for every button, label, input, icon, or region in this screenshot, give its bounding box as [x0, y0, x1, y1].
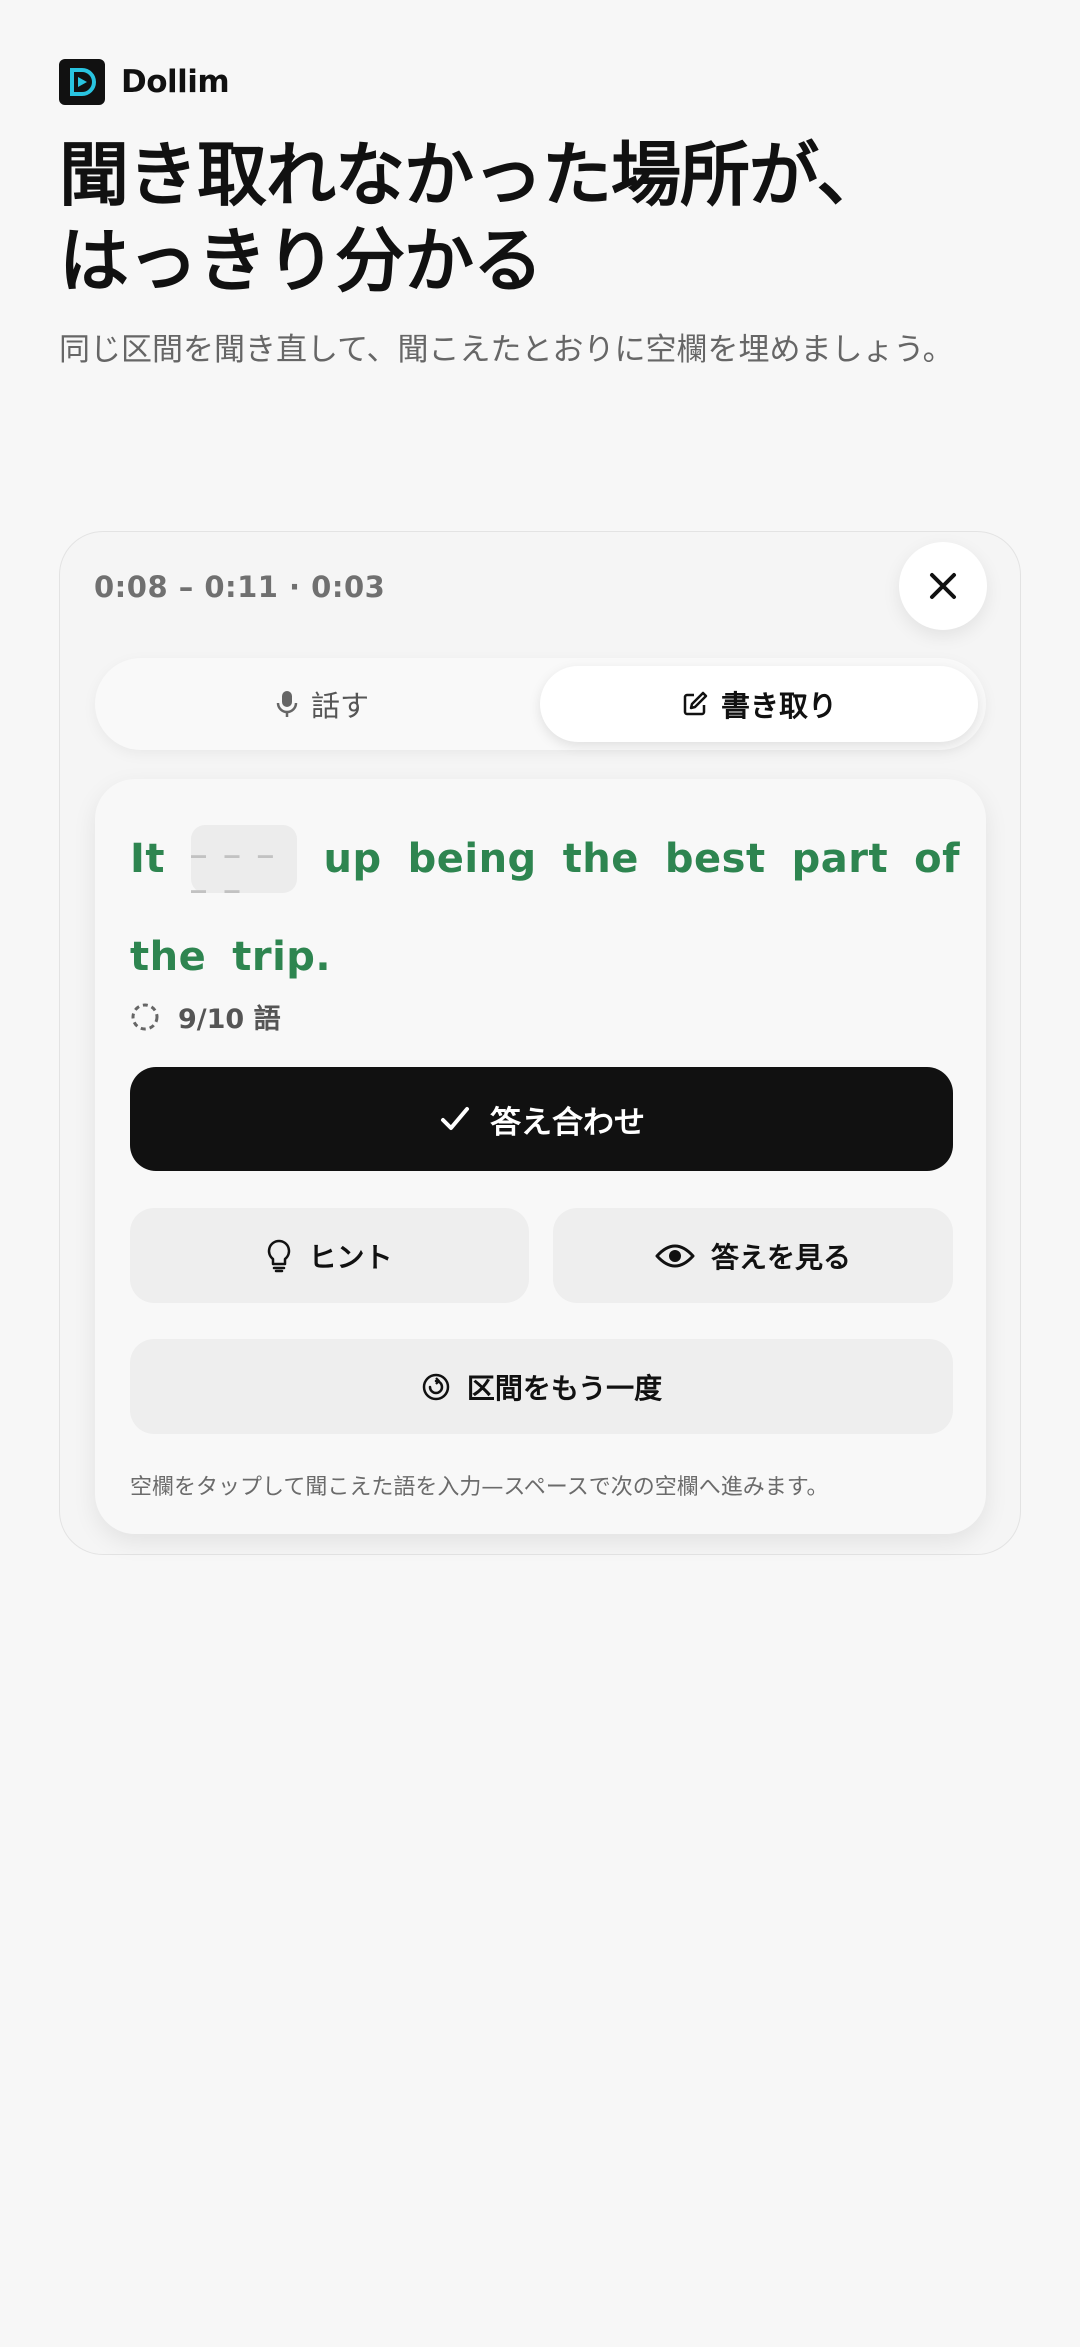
title-line-2: はっきり分かる [59, 220, 543, 302]
microphone-icon [276, 691, 298, 717]
word: being [407, 836, 537, 882]
word: trip. [232, 934, 332, 980]
page-subtitle: 同じ区間を聞き直して、聞こえたとおりに空欄を埋めましょう。 [59, 332, 954, 368]
edit-icon [683, 691, 708, 716]
word: It [130, 836, 166, 882]
mode-tabs: 話す 書き取り [95, 658, 986, 750]
check-answer-label: 答え合わせ [490, 1104, 645, 1141]
sentence-line-1: It _ _ _ _ _ up being the best part of [130, 815, 960, 903]
dictation-panel: It _ _ _ _ _ up being the best part of t… [95, 779, 986, 1534]
word: the [130, 934, 207, 980]
title-line-1: 聞き取れなかった場所が、 [59, 134, 887, 216]
hint-button[interactable]: ヒント [130, 1208, 529, 1303]
blank-input[interactable]: _ _ _ _ _ [191, 824, 298, 894]
tab-dictation[interactable]: 書き取り [540, 666, 978, 742]
progress-text: 9/10 語 [178, 1004, 281, 1035]
word: of [914, 836, 960, 882]
brand-name: Dollim [121, 64, 230, 100]
replay-segment-button[interactable]: 区間をもう一度 [130, 1339, 953, 1434]
dictation-card: 0:08 – 0:11 · 0:03 話す 書き取り It _ _ _ _ _ … [59, 531, 1021, 1555]
replay-icon [422, 1373, 450, 1400]
word: part [791, 836, 889, 882]
lightbulb-icon [268, 1239, 291, 1272]
check-answer-button[interactable]: 答え合わせ [130, 1067, 953, 1171]
tab-speak[interactable]: 話す [103, 666, 541, 742]
close-icon [930, 573, 956, 599]
checkmark-icon [441, 1107, 469, 1130]
page-title: 聞き取れなかった場所が、 はっきり分かる [59, 132, 1019, 304]
close-button[interactable] [899, 542, 987, 630]
time-range: 0:08 – 0:11 · 0:03 [94, 570, 386, 604]
tab-dictation-label: 書き取り [720, 689, 837, 723]
sentence: It _ _ _ _ _ up being the best part of t… [130, 815, 960, 1001]
sentence-line-2: the trip. [130, 913, 960, 1001]
show-answer-label: 答えを見る [710, 1240, 851, 1274]
dollim-logo-icon [59, 59, 105, 105]
eye-icon [655, 1244, 695, 1267]
word: best [664, 836, 766, 882]
tab-speak-label: 話す [310, 689, 369, 723]
show-answer-button[interactable]: 答えを見る [553, 1208, 953, 1303]
progress-ring-icon [131, 1003, 159, 1030]
replay-label: 区間をもう一度 [466, 1371, 663, 1405]
instruction-footnote: 空欄をタップして聞こえた語を入力—スペースで次の空欄へ進みます。 [130, 1475, 829, 1500]
word-progress: 9/10 語 [130, 997, 281, 1036]
word: the [562, 836, 639, 882]
brand-header: Dollim [59, 59, 230, 105]
word: up [323, 836, 382, 882]
hint-label: ヒント [308, 1240, 393, 1274]
